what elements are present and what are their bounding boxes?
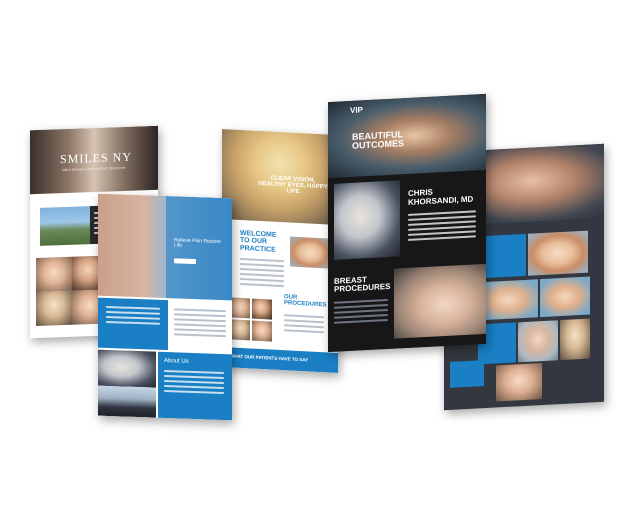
hero-title: BEAUTIFUL OUTCOMES [352,129,405,152]
doctor-name: CHRIS KHORSANDI, MD [408,187,474,207]
procedures-heading: OUR PROCEDURES [284,294,327,309]
spine-clinic-website-mockup: Relieve Pain Restore Life About Us [98,193,232,421]
family-photo-4 [518,320,558,363]
procedure-photo [394,263,486,339]
hero-title: Relieve Pain Restore Life [174,237,221,249]
site-logo: SMILES NY [60,149,133,167]
family-photo-2 [478,279,538,321]
city-photo [40,206,90,246]
doctor-photo [98,349,156,388]
doctor-photo [334,180,400,260]
procedure-thumb-3 [230,319,250,341]
vip-plastic-surgery-website-mockup: VIP BEAUTIFUL OUTCOMES CHRIS KHORSANDI, … [328,93,486,353]
hero-cta-button[interactable] [174,258,196,265]
procedure-thumb-1 [230,297,250,319]
section-text [334,298,388,327]
vision-center-website-mockup: CLEAR VISION, HEALTHY EYES, HAPPY LIFE W… [222,128,338,374]
about-heading: About Us [164,357,189,365]
section-heading: BREAST PROCEDURES [334,275,391,295]
staff-photo [290,236,330,269]
hero-title: CLEAR VISION, HEALTHY EYES, HAPPY LIFE [258,175,328,196]
team-photo [98,385,156,418]
about-text [164,369,224,397]
site-logo: VIP [350,105,363,115]
procedure-thumb-2 [252,298,272,320]
family-photo-3 [540,276,590,318]
welcome-heading: WELCOME TO OUR PRACTICE [240,229,277,254]
patient-photo-1 [36,256,72,293]
blue-card-3 [450,360,484,388]
family-photo-6 [496,363,542,402]
portfolio-showcase: SMILES NY SMILE DESIGN & RESTORATIVE DEN… [0,0,636,530]
procedures-text [284,314,324,336]
family-photo-1 [528,230,588,276]
info-text [106,305,160,328]
family-photo-5 [560,318,590,361]
welcome-text [240,257,284,290]
procedure-thumb-4 [252,320,272,342]
doctor-bio [408,210,476,244]
patient-photo-3 [36,290,72,327]
info-text-right [174,308,226,340]
